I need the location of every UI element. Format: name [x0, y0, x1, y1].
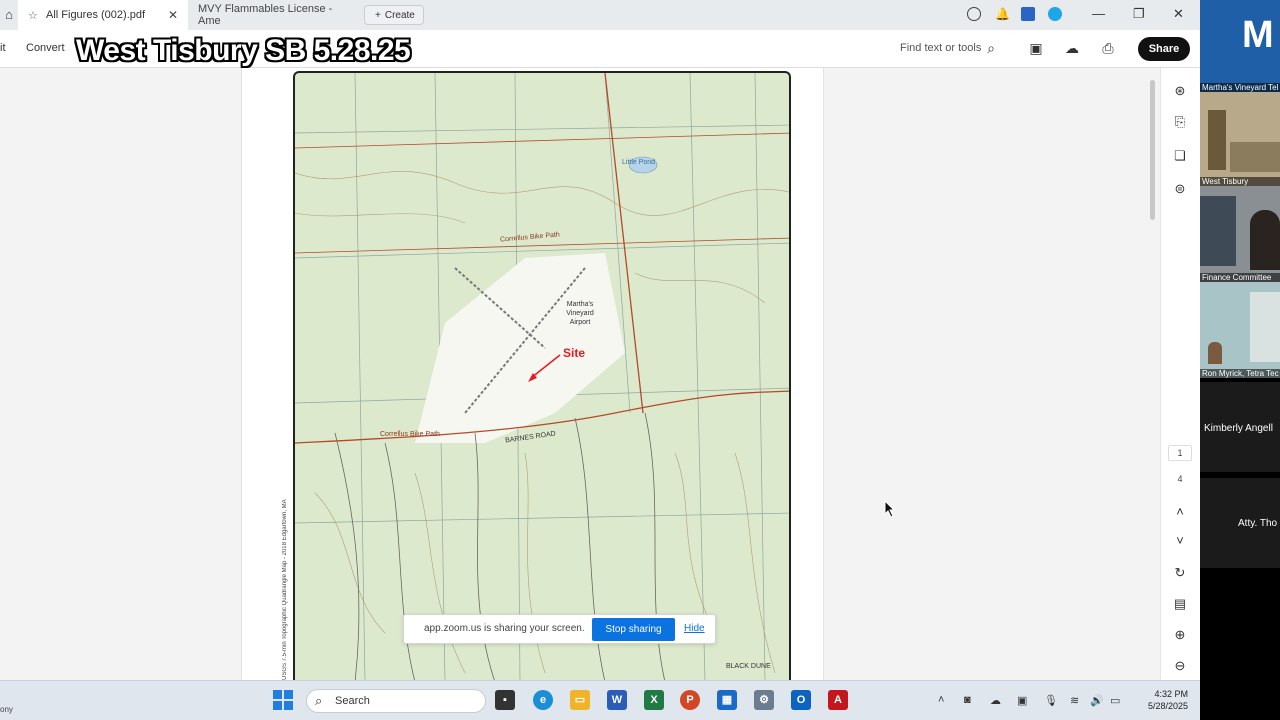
- search-icon[interactable]: ⌕: [983, 40, 999, 56]
- topographic-map: [293, 71, 791, 680]
- apps-icon[interactable]: [1021, 7, 1035, 21]
- room-screen: [1200, 196, 1236, 266]
- wifi-icon[interactable]: ≋: [1070, 694, 1079, 707]
- person-silhouette: [1250, 210, 1280, 270]
- clock-date: 5/28/2025: [1148, 701, 1189, 711]
- room-table: [1230, 142, 1280, 172]
- zoom-tray-icon[interactable]: ◙: [964, 694, 971, 706]
- total-pages: 4: [1177, 474, 1183, 484]
- tab-flammables-license[interactable]: MVY Flammables License - Ame: [188, 0, 358, 30]
- sharing-message: app.zoom.us is sharing your screen.: [424, 623, 585, 634]
- refresh-icon[interactable]: ↻: [1172, 565, 1188, 581]
- bookmark-icon[interactable]: ⎘: [1172, 114, 1188, 130]
- windows-start-icon[interactable]: [273, 690, 293, 710]
- taskbar-search-label: Search: [335, 695, 370, 707]
- volume-icon[interactable]: 🔊: [1090, 694, 1104, 707]
- zoom-sharing-banner: app.zoom.us is sharing your screen. Stop…: [403, 614, 716, 644]
- participant-tile[interactable]: Finance Committee: [1200, 186, 1280, 282]
- tab-label: MVY Flammables License - Ame: [198, 3, 333, 27]
- settings-icon[interactable]: ⚙: [754, 690, 774, 710]
- map-graphic: [295, 73, 789, 680]
- mouse-cursor-icon: [884, 500, 896, 518]
- onedrive-icon[interactable]: ☁: [990, 694, 1001, 707]
- close-icon[interactable]: ✕: [168, 8, 178, 22]
- store-icon[interactable]: ▦: [717, 690, 737, 710]
- task-view-icon[interactable]: ▪: [495, 690, 515, 710]
- meeting-title-overlay: West Tisbury SB 5.28.25: [76, 34, 411, 67]
- word-icon[interactable]: W: [607, 690, 627, 710]
- minimize-icon[interactable]: —: [1092, 6, 1105, 21]
- chevron-up-icon[interactable]: ˄: [1172, 504, 1188, 520]
- excel-icon[interactable]: X: [644, 690, 664, 710]
- close-window-icon[interactable]: ✕: [1173, 6, 1184, 22]
- find-text-button[interactable]: Find text or tools: [900, 42, 981, 54]
- participant-tile[interactable]: Atty. Tho: [1200, 478, 1280, 568]
- person-silhouette: [1208, 342, 1222, 364]
- shared-screen: ⌂ ☆ All Figures (002).pdf ✕ MVY Flammabl…: [0, 0, 1200, 720]
- participant-name: Kimberly Angell: [1204, 423, 1273, 434]
- tab-all-figures[interactable]: ☆ All Figures (002).pdf ✕: [18, 0, 188, 30]
- star-icon: ☆: [28, 10, 38, 22]
- notification-icon[interactable]: 🔔: [995, 7, 1010, 21]
- map-label-pond: Little Pond: [622, 159, 656, 166]
- browser-tab-bar: ⌂ ☆ All Figures (002).pdf ✕ MVY Flammabl…: [0, 0, 1200, 30]
- participant-name: Atty. Tho: [1238, 518, 1278, 529]
- file-explorer-icon[interactable]: ▭: [570, 690, 590, 710]
- map-label-site: Site: [563, 346, 586, 360]
- participant-tile[interactable]: West Tisbury: [1200, 92, 1280, 186]
- page-icon[interactable]: ▤: [1172, 596, 1188, 612]
- upload-cloud-icon[interactable]: ☁: [1064, 40, 1080, 56]
- edge-icon[interactable]: e: [533, 690, 553, 710]
- convert-button[interactable]: Convert: [26, 42, 65, 54]
- vertical-scrollbar[interactable]: [1150, 80, 1155, 220]
- edit-menu-cut[interactable]: it: [0, 42, 6, 54]
- print-icon[interactable]: ⎙: [1100, 40, 1116, 56]
- map-side-caption: USGS 7.5-min Topographic Quadrangle Map …: [282, 499, 288, 680]
- window-light: [1250, 292, 1280, 362]
- copilot-icon[interactable]: [1048, 7, 1062, 21]
- home-icon[interactable]: ⌂: [0, 0, 18, 30]
- taskbar-search[interactable]: ⌕ Search: [306, 689, 486, 713]
- hide-banner-link[interactable]: Hide: [684, 623, 705, 634]
- stop-sharing-button[interactable]: Stop sharing: [592, 618, 675, 641]
- restore-icon[interactable]: ❐: [1133, 6, 1145, 22]
- participant-name: Ron Myrick, Tetra Tec: [1200, 369, 1280, 378]
- current-page-number[interactable]: 1: [1168, 445, 1192, 461]
- copy-pages-icon[interactable]: ❏: [1172, 148, 1188, 164]
- microphone-icon[interactable]: 🎙: [1044, 694, 1058, 707]
- plus-icon: +: [375, 9, 381, 21]
- outlook-icon[interactable]: O: [791, 690, 811, 710]
- powerpoint-icon[interactable]: P: [680, 690, 700, 710]
- create-label: Create: [384, 9, 415, 21]
- map-label-dune: BLACK DUNE: [726, 663, 771, 670]
- participant-name: Finance Committee: [1200, 273, 1280, 282]
- battery-icon[interactable]: ▭: [1110, 694, 1120, 707]
- search-icon: ⌕: [315, 693, 323, 708]
- clock-time: 4:32 PM: [1154, 689, 1189, 699]
- mvc-logo: M: [1242, 14, 1274, 56]
- extensions-icon[interactable]: [967, 7, 981, 21]
- tab-label: All Figures (002).pdf: [46, 9, 146, 21]
- ai-assistant-icon[interactable]: ⊛: [1172, 83, 1188, 99]
- participant-tile[interactable]: Kimberly Angell: [1200, 382, 1280, 472]
- map-label-airport: Martha's Vineyard Airport: [566, 301, 594, 326]
- save-icon[interactable]: ▣: [1028, 40, 1044, 56]
- create-tab-button[interactable]: + Create: [364, 5, 424, 25]
- participant-tile[interactable]: Ron Myrick, Tetra Tec: [1200, 282, 1280, 378]
- layers-icon[interactable]: ⊜: [1172, 181, 1188, 197]
- map-label-bike-path-1: Correllus Bike Path: [380, 431, 440, 438]
- acrobat-icon[interactable]: A: [828, 690, 848, 710]
- participant-name: West Tisbury: [1200, 177, 1280, 186]
- zoom-out-icon[interactable]: ⊖: [1172, 658, 1188, 674]
- room-wall-art: [1208, 110, 1226, 170]
- tray-app-icon[interactable]: ▣: [1017, 694, 1027, 707]
- chevron-up-tray-icon[interactable]: ˄: [938, 694, 944, 706]
- taskbar-clock[interactable]: 4:32 PM 5/28/2025: [1148, 688, 1188, 712]
- share-button[interactable]: Share: [1138, 37, 1190, 61]
- zoom-in-icon[interactable]: ⊕: [1172, 627, 1188, 643]
- taskbar-left-text: ony: [0, 705, 13, 714]
- participant-tile[interactable]: M Martha's Vineyard Tel: [1200, 0, 1280, 92]
- participant-name: Martha's Vineyard Tel: [1200, 83, 1280, 92]
- chevron-down-icon[interactable]: ˅: [1172, 533, 1188, 549]
